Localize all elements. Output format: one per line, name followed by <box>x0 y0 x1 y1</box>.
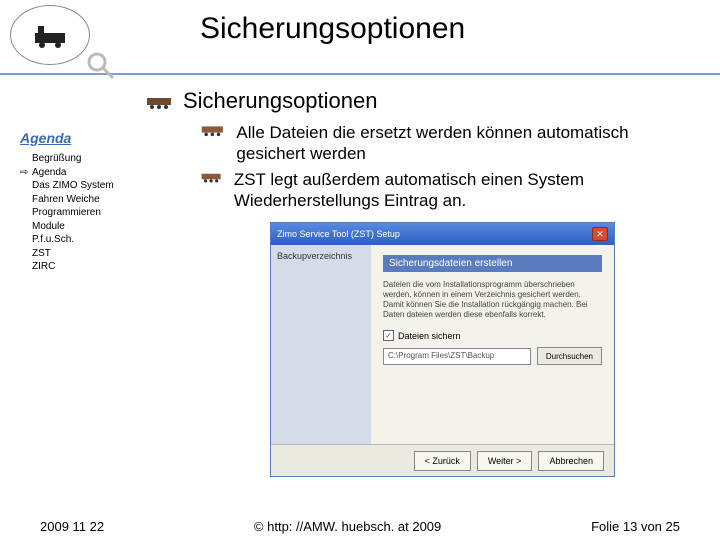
window-side-panel: Backupverzeichnis <box>271 245 371 444</box>
window-button-bar: < Zurück Weiter > Abbrechen <box>271 444 614 476</box>
window-title: Zimo Service Tool (ZST) Setup <box>277 229 400 239</box>
bullet-text: ZST legt außerdem automatisch einen Syst… <box>234 169 700 212</box>
window-body: Backupverzeichnis Sicherungsdateien erst… <box>271 245 614 444</box>
header: Sicherungsoptionen <box>0 0 720 75</box>
next-button[interactable]: Weiter > <box>477 451 533 471</box>
footer-copyright: © http: //AMW. huebsch. at 2009 <box>254 519 441 534</box>
sub-title: Sicherungsoptionen <box>183 88 377 114</box>
side-heading: Backupverzeichnis <box>277 251 365 261</box>
window-main-panel: Sicherungsdateien erstellen Dateien die … <box>371 245 614 444</box>
bullet-item: Alle Dateien die ersetzt werden können a… <box>200 122 700 165</box>
window-titlebar: Zimo Service Tool (ZST) Setup ✕ <box>271 223 614 245</box>
agenda-list: Begrüßung ⇨Agenda Das ZIMO System Fahren… <box>20 152 140 274</box>
logo-circle <box>10 5 90 65</box>
train-bullet-icon <box>145 94 175 109</box>
agenda-item-label: Agenda <box>32 166 66 180</box>
train-logo-icon <box>30 23 70 48</box>
agenda-item-label: Begrüßung <box>32 152 81 166</box>
agenda-item-label: Das ZIMO System <box>32 179 114 193</box>
logo <box>10 5 95 70</box>
agenda-item: Fahren Weiche <box>20 193 140 207</box>
section-description: Dateien die vom Installationsprogramm üb… <box>383 280 593 320</box>
backup-checkbox[interactable]: ✓ <box>383 330 394 341</box>
path-row: C:\Program Files\ZST\Backup Durchsuchen <box>383 347 602 365</box>
agenda-item: Programmieren <box>20 206 140 220</box>
bullet-item: ZST legt außerdem automatisch einen Syst… <box>200 169 700 212</box>
footer-page: Folie 13 von 25 <box>591 519 680 534</box>
agenda-item-label: Fahren Weiche <box>32 193 100 207</box>
train-bullet-icon <box>200 169 224 184</box>
agenda-item: Begrüßung <box>20 152 140 166</box>
backup-path-input[interactable]: C:\Program Files\ZST\Backup <box>383 348 531 365</box>
section-title: Sicherungsdateien erstellen <box>383 255 602 272</box>
checkbox-row: ✓ Dateien sichern <box>383 330 602 341</box>
agenda-item-label: ZST <box>32 247 51 261</box>
agenda-item: ZIRC <box>20 260 140 274</box>
agenda-item-label: ZIRC <box>32 260 55 274</box>
page-title: Sicherungsoptionen <box>200 12 465 46</box>
browse-button[interactable]: Durchsuchen <box>537 347 602 365</box>
agenda-item: P.f.u.Sch. <box>20 233 140 247</box>
sub-header: Sicherungsoptionen <box>145 88 700 114</box>
agenda-item-label: P.f.u.Sch. <box>32 233 74 247</box>
sidebar: Agenda Begrüßung ⇨Agenda Das ZIMO System… <box>20 130 140 274</box>
back-button[interactable]: < Zurück <box>414 451 471 471</box>
footer-date: 2009 11 22 <box>40 519 104 534</box>
close-button[interactable]: ✕ <box>592 227 608 241</box>
train-bullet-icon <box>200 122 226 137</box>
agenda-item: Module <box>20 220 140 234</box>
bullet-text: Alle Dateien die ersetzt werden können a… <box>236 122 700 165</box>
bullet-list: Alle Dateien die ersetzt werden können a… <box>200 122 700 211</box>
checkbox-label: Dateien sichern <box>398 331 461 341</box>
agenda-item-label: Module <box>32 220 65 234</box>
agenda-item-label: Programmieren <box>32 206 101 220</box>
agenda-item: ZST <box>20 247 140 261</box>
footer: 2009 11 22 © http: //AMW. huebsch. at 20… <box>0 519 720 534</box>
agenda-item: ⇨Agenda <box>20 166 140 180</box>
cancel-button[interactable]: Abbrechen <box>538 451 604 471</box>
agenda-item: Das ZIMO System <box>20 179 140 193</box>
agenda-heading: Agenda <box>20 130 140 146</box>
installer-window: Zimo Service Tool (ZST) Setup ✕ Backupve… <box>270 222 615 477</box>
agenda-current-arrow-icon: ⇨ <box>20 166 32 180</box>
